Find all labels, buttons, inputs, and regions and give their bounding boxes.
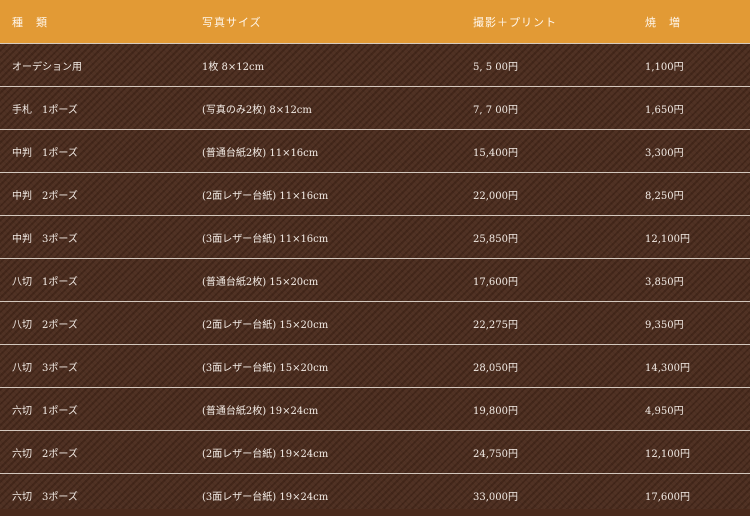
cell-shoot-print: 33,000円 — [473, 491, 518, 503]
cell-shoot-print: 25,850円 — [473, 233, 518, 245]
cell-extra-print: 3,300円 — [645, 147, 684, 159]
cell-size: (2面レザー台紙) 15×20cm — [202, 319, 329, 331]
cell-extra-print: 12,100円 — [645, 448, 690, 460]
cell-type: 六切 2ポーズ — [12, 448, 78, 460]
cell-size: 1枚 8×12cm — [202, 61, 265, 73]
cell-shoot-print: 17,600円 — [473, 276, 518, 288]
cell-type: 六切 3ポーズ — [12, 491, 78, 503]
cell-shoot-print: 22,275円 — [473, 319, 518, 331]
cell-size: (2面レザー台紙) 19×24cm — [202, 448, 329, 460]
cell-type: 中判 3ポーズ — [12, 233, 78, 245]
cell-extra-print: 8,250円 — [645, 190, 684, 202]
cell-size: (3面レザー台紙) 19×24cm — [202, 491, 329, 503]
cell-extra-print: 4,950円 — [645, 405, 684, 417]
table-row: 手札 1ポーズ (写真のみ2枚) 8×12cm 7, 7 00円 1,650円 — [0, 87, 750, 130]
table-row: 六切 1ポーズ (普通台紙2枚) 19×24cm 19,800円 4,950円 — [0, 388, 750, 431]
cell-shoot-print: 22,000円 — [473, 190, 518, 202]
cell-type: 八切 3ポーズ — [12, 362, 78, 374]
cell-type: 八切 1ポーズ — [12, 276, 78, 288]
cell-extra-print: 1,100円 — [645, 61, 684, 73]
cell-type: 六切 1ポーズ — [12, 405, 78, 417]
header-type: 種 類 — [12, 15, 48, 29]
cell-size: (2面レザー台紙) 11×16cm — [202, 190, 329, 202]
table-row: 八切 1ポーズ (普通台紙2枚) 15×20cm 17,600円 3,850円 — [0, 259, 750, 302]
cell-extra-print: 1,650円 — [645, 104, 684, 116]
table-row: 中判 3ポーズ (3面レザー台紙) 11×16cm 25,850円 12,100… — [0, 216, 750, 259]
table-row: 六切 2ポーズ (2面レザー台紙) 19×24cm 24,750円 12,100… — [0, 431, 750, 474]
cell-type: 手札 1ポーズ — [12, 104, 78, 116]
table-header: 種 類 写真サイズ 撮影＋プリント 焼 増 — [0, 0, 750, 44]
cell-extra-print: 9,350円 — [645, 319, 684, 331]
cell-shoot-print: 7, 7 00円 — [473, 104, 518, 116]
table-row: オーデション用 1枚 8×12cm 5, 5 00円 1,100円 — [0, 44, 750, 87]
cell-extra-print: 14,300円 — [645, 362, 690, 374]
price-table: 種 類 写真サイズ 撮影＋プリント 焼 増 オーデション用 1枚 8×12cm … — [0, 0, 750, 509]
header-size: 写真サイズ — [202, 15, 262, 29]
cell-shoot-print: 5, 5 00円 — [473, 61, 518, 73]
cell-extra-print: 12,100円 — [645, 233, 690, 245]
cell-extra-print: 17,600円 — [645, 491, 690, 503]
cell-type: 中判 1ポーズ — [12, 147, 78, 159]
cell-type: 中判 2ポーズ — [12, 190, 78, 202]
header-extra-print: 焼 増 — [645, 15, 681, 29]
table-row: 八切 2ポーズ (2面レザー台紙) 15×20cm 22,275円 9,350円 — [0, 302, 750, 345]
cell-shoot-print: 19,800円 — [473, 405, 518, 417]
table-row: 八切 3ポーズ (3面レザー台紙) 15×20cm 28,050円 14,300… — [0, 345, 750, 388]
cell-size: (普通台紙2枚) 19×24cm — [202, 405, 319, 417]
cell-shoot-print: 15,400円 — [473, 147, 518, 159]
cell-extra-print: 3,850円 — [645, 276, 684, 288]
table-row: 中判 1ポーズ (普通台紙2枚) 11×16cm 15,400円 3,300円 — [0, 130, 750, 173]
cell-shoot-print: 24,750円 — [473, 448, 518, 460]
cell-shoot-print: 28,050円 — [473, 362, 518, 374]
header-shoot-print: 撮影＋プリント — [473, 15, 557, 29]
table-row: 六切 3ポーズ (3面レザー台紙) 19×24cm 33,000円 17,600… — [0, 474, 750, 516]
cell-type: オーデション用 — [12, 61, 82, 73]
cell-size: (3面レザー台紙) 15×20cm — [202, 362, 329, 374]
cell-size: (普通台紙2枚) 15×20cm — [202, 276, 319, 288]
cell-size: (3面レザー台紙) 11×16cm — [202, 233, 329, 245]
table-row: 中判 2ポーズ (2面レザー台紙) 11×16cm 22,000円 8,250円 — [0, 173, 750, 216]
cell-size: (写真のみ2枚) 8×12cm — [202, 104, 312, 116]
cell-size: (普通台紙2枚) 11×16cm — [202, 147, 319, 159]
cell-type: 八切 2ポーズ — [12, 319, 78, 331]
